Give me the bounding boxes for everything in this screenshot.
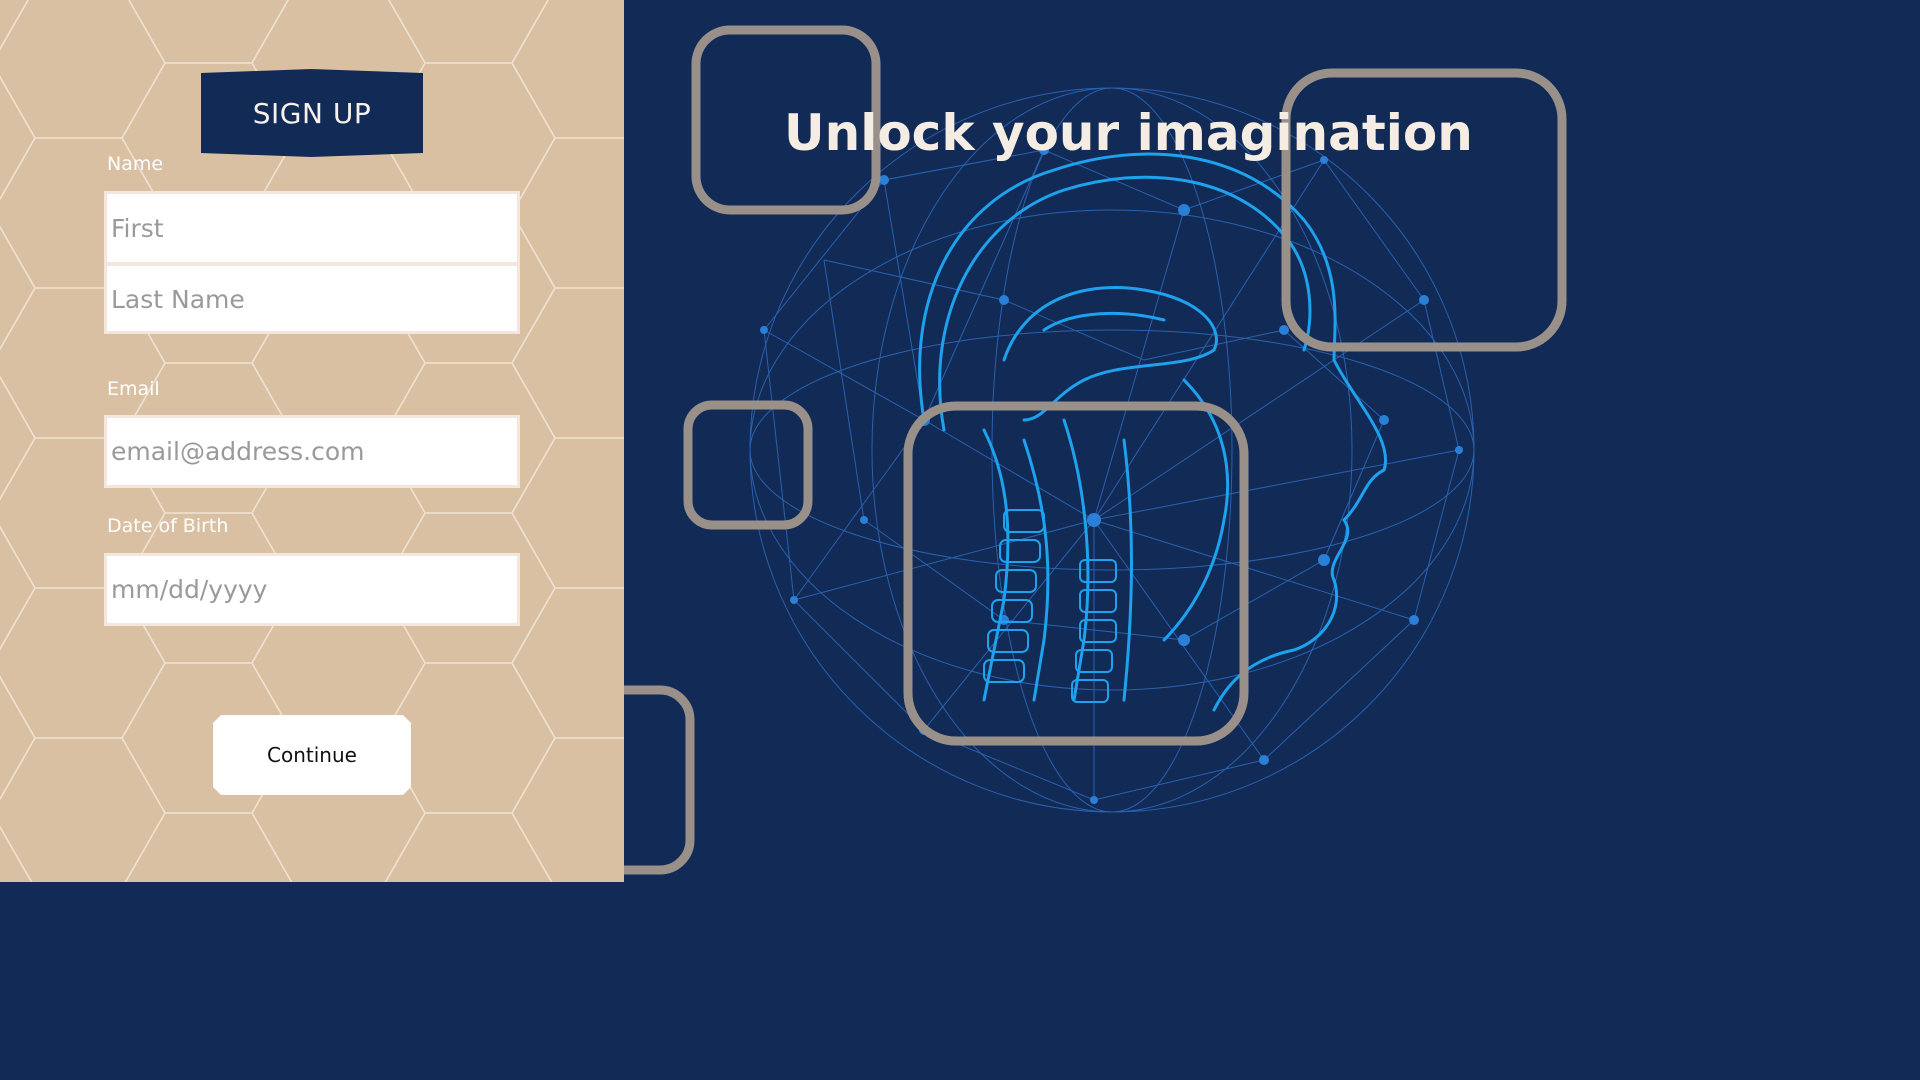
name-divider [107,262,517,266]
last-name-input[interactable] [107,267,517,331]
email-label: Email [107,378,160,400]
hero-panel: Unlock your imagination [624,0,1568,882]
dob-input[interactable] [104,553,520,626]
dob-label: Date of Birth [107,515,229,537]
signup-panel: SIGN UP Name Email Date of Birth Continu… [0,0,624,882]
signup-banner: SIGN UP [201,69,423,157]
name-label: Name [107,153,164,175]
continue-button[interactable]: Continue [213,715,411,795]
first-name-input[interactable] [107,196,517,260]
name-field-group [104,191,520,334]
email-input[interactable] [104,415,520,488]
signup-title: SIGN UP [252,96,372,130]
hero-title: Unlock your imagination [784,104,1473,162]
